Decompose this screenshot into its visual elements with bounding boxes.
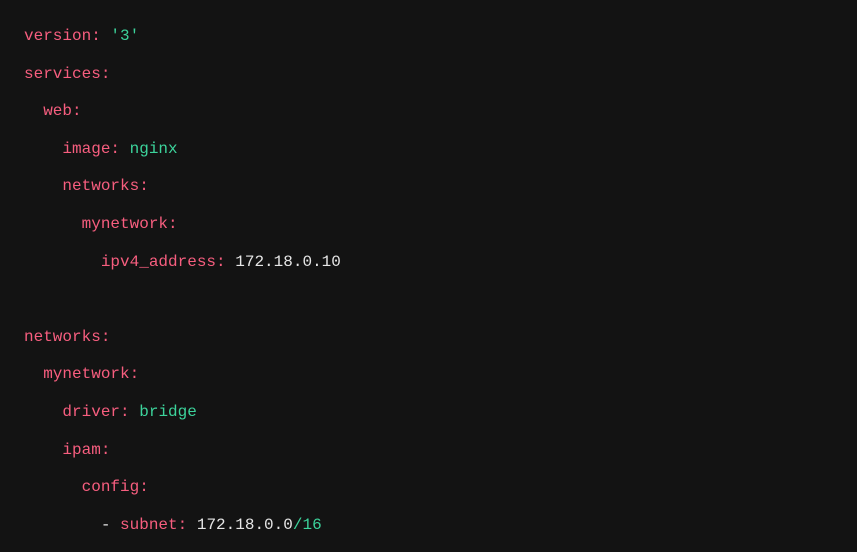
code-line: services: bbox=[24, 56, 833, 94]
yaml-dash: - bbox=[101, 516, 120, 534]
yaml-string: '3' bbox=[110, 27, 139, 45]
yaml-key: subnet: bbox=[120, 516, 187, 534]
yaml-string: nginx bbox=[130, 140, 178, 158]
yaml-key: ipv4_address: bbox=[101, 253, 226, 271]
code-line: driver: bridge bbox=[24, 394, 833, 432]
code-block: version: '3' services: web: image: nginx… bbox=[24, 18, 833, 544]
yaml-key: ipam: bbox=[62, 441, 110, 459]
code-line: config: bbox=[24, 469, 833, 507]
yaml-key: networks: bbox=[62, 177, 148, 195]
yaml-number: 172.18.0.10 bbox=[235, 253, 341, 271]
code-line: networks: bbox=[24, 319, 833, 357]
code-line: version: '3' bbox=[24, 18, 833, 56]
code-line: mynetwork: bbox=[24, 206, 833, 244]
yaml-key: services: bbox=[24, 65, 110, 83]
code-line: ipam: bbox=[24, 432, 833, 470]
yaml-value-suffix: /16 bbox=[293, 516, 322, 534]
yaml-key: networks: bbox=[24, 328, 110, 346]
yaml-key: driver: bbox=[62, 403, 129, 421]
yaml-key: version: bbox=[24, 27, 101, 45]
yaml-key: image: bbox=[62, 140, 120, 158]
code-line: mynetwork: bbox=[24, 356, 833, 394]
yaml-key: mynetwork: bbox=[82, 215, 178, 233]
yaml-key: config: bbox=[82, 478, 149, 496]
code-line: networks: bbox=[24, 168, 833, 206]
code-line: image: nginx bbox=[24, 131, 833, 169]
code-line: web: bbox=[24, 93, 833, 131]
yaml-string: bridge bbox=[139, 403, 197, 421]
code-line: - subnet: 172.18.0.0/16 bbox=[24, 507, 833, 545]
blank-line bbox=[24, 281, 833, 319]
yaml-key: mynetwork: bbox=[43, 365, 139, 383]
yaml-key: web: bbox=[43, 102, 81, 120]
yaml-number: 172.18.0.0 bbox=[197, 516, 293, 534]
code-line: ipv4_address: 172.18.0.10 bbox=[24, 244, 833, 282]
